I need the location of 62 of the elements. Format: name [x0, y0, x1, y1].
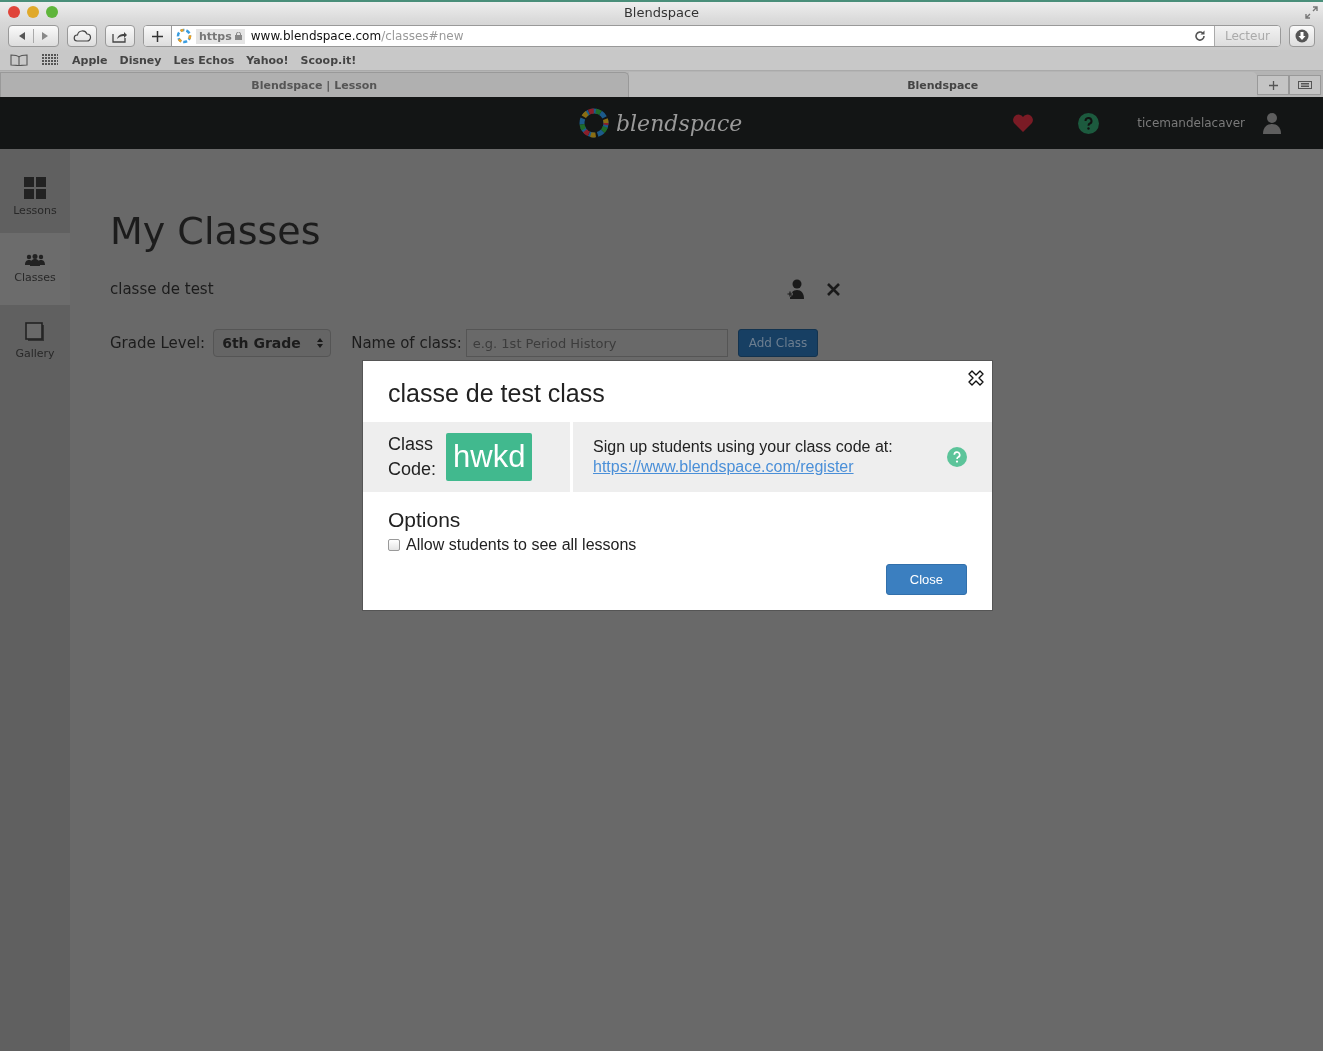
top-sites-icon[interactable] [42, 54, 58, 66]
up-down-arrows-icon [316, 337, 325, 349]
signup-text: Sign up students using your class code at: [593, 438, 894, 456]
tab-overview-button[interactable] [1289, 75, 1321, 95]
bookmark-link[interactable]: Disney [119, 53, 162, 67]
class-code-badge: hwkd [446, 433, 533, 481]
share-icon [112, 29, 128, 43]
user-avatar-icon[interactable] [1263, 112, 1281, 134]
help-icon[interactable] [1078, 112, 1100, 134]
logo-text[interactable]: blendspace [616, 110, 743, 136]
sidebar-item[interactable]: Lessons [0, 161, 70, 233]
page-title: My Classes [110, 209, 322, 253]
https-badge: https [196, 28, 245, 44]
new-tab-button[interactable] [1257, 75, 1289, 95]
download-icon [1295, 29, 1309, 43]
register-link[interactable]: https://www.blendspace.com/register [593, 458, 854, 476]
cloud-icon [72, 30, 92, 42]
add-student-icon[interactable] [787, 279, 805, 299]
help-icon[interactable] [947, 447, 967, 467]
browser-tab[interactable]: Blendspace [628, 72, 1257, 97]
grid-icon [24, 177, 46, 199]
fullscreen-icon[interactable] [1305, 5, 1318, 19]
add-class-button[interactable]: Add Class [737, 329, 819, 357]
browser-tab[interactable]: Blendspace | Lesson [0, 72, 629, 97]
cloud-button[interactable] [67, 25, 97, 47]
back-forward-buttons[interactable] [8, 25, 59, 47]
site-logo-icon [176, 28, 192, 44]
class-code-label: Class [388, 433, 434, 456]
url-field[interactable]: www.blendspace.com/classes#new [250, 29, 1194, 43]
delete-icon[interactable] [827, 282, 840, 296]
plus-icon [152, 30, 163, 42]
class-name[interactable]: classe de test [110, 280, 787, 298]
plus-icon [1268, 80, 1278, 90]
sidebar-item[interactable]: Classes [0, 233, 70, 305]
grade-level-select[interactable]: 6th Grade [213, 329, 332, 357]
sidebar-item[interactable]: Gallery [0, 305, 70, 377]
people-icon [25, 254, 45, 266]
tabs-icon [1298, 81, 1312, 89]
downloads-button[interactable] [1289, 25, 1315, 47]
dialog-title: classe de test class [388, 379, 605, 408]
gallery-icon [25, 322, 45, 342]
bookmark-link[interactable]: Les Echos [173, 53, 235, 67]
options-title: Options [388, 508, 462, 532]
close-button[interactable]: Close [885, 564, 967, 595]
close-icon[interactable] [967, 369, 985, 387]
bookmark-link[interactable]: Yahoo! [246, 53, 289, 67]
window-title: Blendspace [622, 4, 701, 20]
grade-level-label: Grade Level: [110, 334, 206, 352]
option-label: Allow students to see all lessons [406, 536, 637, 554]
close-window-button[interactable] [8, 6, 20, 18]
bookmark-link[interactable]: Apple [72, 53, 108, 67]
username[interactable]: ticemandelacaver [1137, 116, 1245, 130]
checkbox[interactable] [388, 539, 400, 551]
reload-icon[interactable] [1193, 30, 1206, 42]
class-code-label: Code: [388, 458, 437, 481]
bookmark-link[interactable]: Scoop.it! [300, 53, 357, 67]
share-button[interactable] [105, 25, 135, 47]
book-icon[interactable] [10, 54, 28, 66]
zoom-window-button[interactable] [46, 6, 58, 18]
add-button[interactable] [144, 26, 172, 46]
logo-ring-icon [578, 107, 610, 139]
class-name-label: Name of class: [351, 334, 462, 352]
